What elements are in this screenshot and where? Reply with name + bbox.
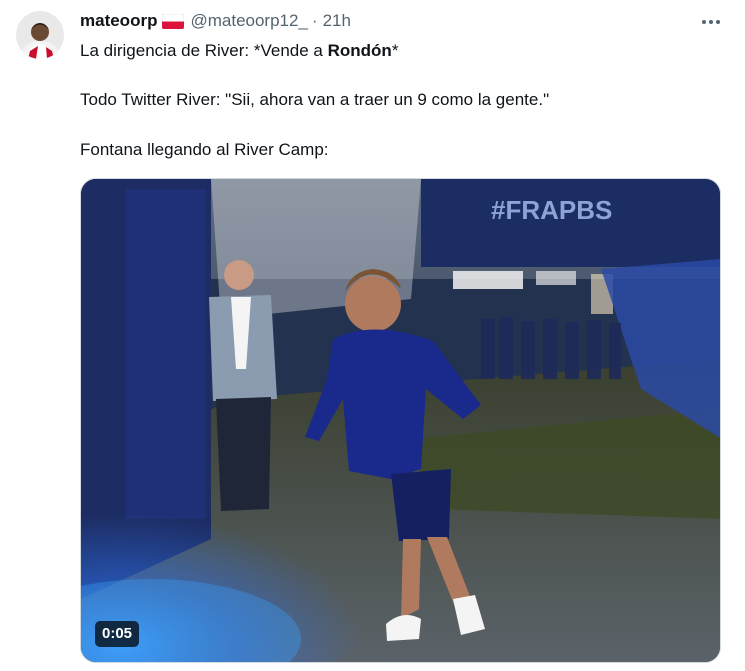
- tweet-text-bold: Rondón: [327, 41, 392, 60]
- tweet-header: mateoorp @mateoorp12_ · 21h: [80, 10, 685, 32]
- banner-frapbs: #FRAPBS: [491, 195, 612, 225]
- tweet-text-line-3: Fontana llegando al River Camp:: [80, 140, 329, 159]
- tweet-text-prefix: La dirigencia de River: *Vende a: [80, 41, 328, 60]
- tweet-text-line-1: La dirigencia de River: *Vende a Rondón*: [80, 40, 398, 62]
- display-name[interactable]: mateoorp: [80, 10, 157, 32]
- tweet-text-line-2: Todo Twitter River: "Sii, ahora van a tr…: [80, 90, 550, 109]
- avatar[interactable]: [16, 11, 64, 59]
- poland-flag-icon: [162, 13, 185, 29]
- user-handle[interactable]: @mateoorp12_: [190, 10, 307, 32]
- video-duration-badge: 0:05: [95, 621, 140, 647]
- video-frame: #FRAPBS: [81, 179, 720, 662]
- banner-text: #FRAPBS: [491, 195, 612, 225]
- video-player[interactable]: #FRAPBS: [80, 178, 721, 663]
- ellipsis-icon[interactable]: [696, 10, 726, 34]
- timestamp[interactable]: 21h: [323, 10, 351, 32]
- tweet-text-suffix: *: [391, 41, 399, 60]
- tweet[interactable]: mateoorp @mateoorp12_ · 21h La dirigenci…: [0, 0, 745, 671]
- separator-dot: ·: [311, 11, 318, 30]
